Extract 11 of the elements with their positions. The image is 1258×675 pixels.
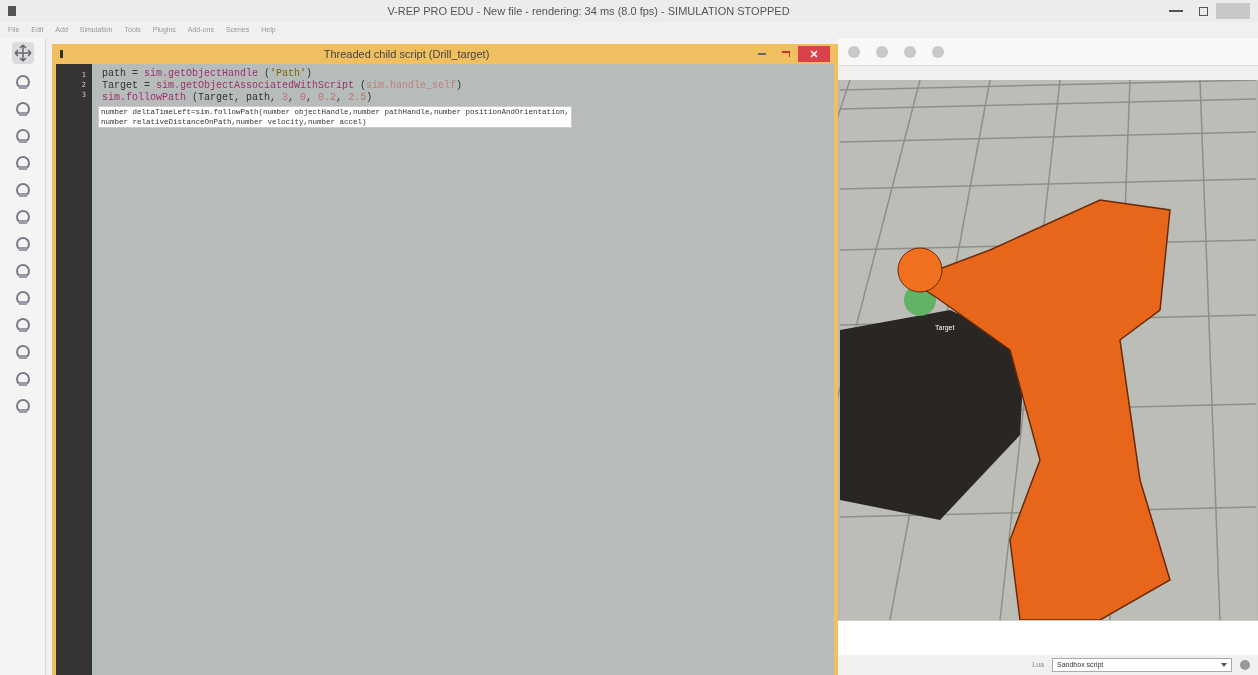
script-window-title: Threaded child script (Drill_target) — [322, 46, 491, 62]
window-title: V-REP PRO EDU - New file - rendering: 34 ms (8.0 fps) - SIMULATION STOPPED — [386, 3, 791, 19]
move-icon[interactable] — [11, 42, 34, 64]
restore-button[interactable] — [782, 51, 790, 57]
close-icon — [810, 50, 818, 58]
restore-button[interactable] — [1199, 6, 1208, 16]
caret-icon — [1221, 663, 1227, 667]
code-line: Target = sim.getObjectAssociatedWithScript (sim.handle_self) — [102, 80, 463, 92]
code-line: path = sim.getObjectHandle ('Path') — [102, 68, 313, 80]
code-line: sim.followPath (Target, path, 3, 0, 0.2, 2.5) — [102, 92, 373, 104]
close-button[interactable] — [798, 46, 830, 62]
